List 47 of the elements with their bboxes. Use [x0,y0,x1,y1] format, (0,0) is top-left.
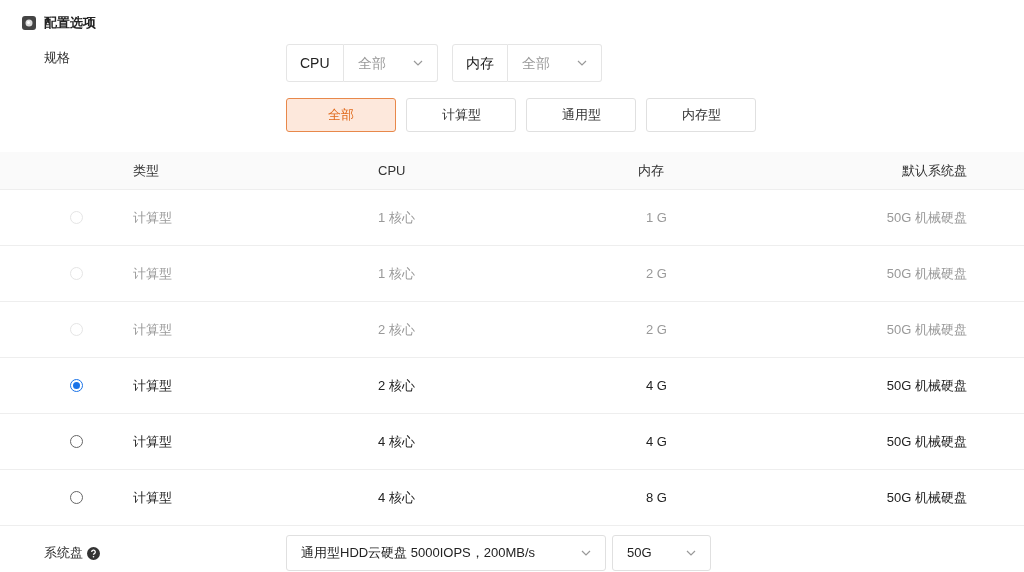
system-disk-label: 系统盘 [44,544,83,563]
disk-type-select[interactable]: 通用型HDD云硬盘 5000IOPS，200MB/s [286,535,606,571]
table-cell-text: 50G 机械硬盘 [886,488,967,507]
column-header: 类型 [133,161,160,180]
section-title: 配置选项 [44,13,96,32]
table-cell-text: 1 核心 [377,264,416,283]
caret-icon [686,550,696,556]
table-cell-text: 50G 机械硬盘 [886,376,967,395]
table-cell-text: 50G 机械硬盘 [886,320,967,339]
table-row[interactable]: 计算型 4 核心 4 G 50G 机械硬盘 [0,414,1024,470]
table-cell-text: 1 核心 [377,208,416,227]
table-cell-text: 计算型 [133,208,173,227]
table-cell-text: 计算型 [133,432,173,451]
caret-icon [412,60,423,66]
caret-icon [581,550,591,556]
filter-label: CPU [286,44,344,82]
disk-size-select[interactable]: 50G [612,535,711,571]
filter-label: 内存 [451,44,508,82]
type-filter-button[interactable]: 计算型 [406,98,516,132]
caret-icon [576,60,587,66]
type-filter-button[interactable]: 通用型 [526,98,636,132]
table-cell-text: 50G 机械硬盘 [886,432,967,451]
table-cell-text: 计算型 [133,264,173,283]
table-cell-text: 计算型 [133,320,173,339]
table-cell-text: 4 G [645,432,668,451]
table-cell-text: 2 G [645,264,668,283]
table-cell-text: 50G 机械硬盘 [886,264,967,283]
table-cell-text: 计算型 [133,488,173,507]
help-icon [87,546,100,560]
type-filter-button[interactable]: 内存型 [646,98,756,132]
table-cell-text: 50G 机械硬盘 [886,208,967,227]
spec-label: 规格 [44,49,71,67]
table-cell-text: 4 核心 [377,432,416,451]
table-cell-text: 2 核心 [377,320,416,339]
table-row[interactable]: 计算型 2 核心 4 G 50G 机械硬盘 [0,358,1024,414]
table-cell-text: 2 G [645,320,668,339]
table-cell-text: 4 核心 [377,488,416,507]
column-header: CPU [377,161,407,180]
table-cell-text: 2 核心 [377,376,416,395]
table-cell-text: 4 G [645,376,668,395]
table-cell-text: 1 G [645,208,668,227]
table-cell-text: 8 G [645,488,668,507]
column-header: 默认系统盘 [902,161,967,180]
settings-icon [22,15,36,30]
table-row[interactable]: 计算型 4 核心 8 G 50G 机械硬盘 [0,470,1024,526]
column-header: 内存 [637,161,665,180]
table-cell-text: 计算型 [133,376,173,395]
